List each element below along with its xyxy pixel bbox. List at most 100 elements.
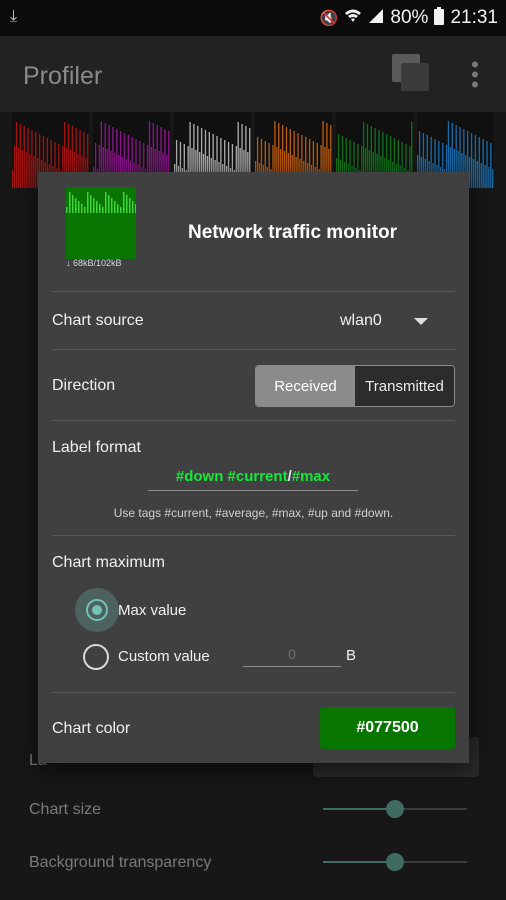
mini-chart-bar xyxy=(27,128,29,188)
preview-bar xyxy=(72,195,74,213)
custom-value-radio[interactable] xyxy=(83,644,109,670)
preview-bar xyxy=(87,192,89,213)
chart-color-button[interactable]: #077500 xyxy=(320,707,455,749)
preview-bar xyxy=(90,195,92,213)
preview-bar xyxy=(123,192,125,213)
mini-chart-bar xyxy=(21,150,23,188)
direction-label: Direction xyxy=(52,377,116,394)
label-format-tags: #down #current xyxy=(175,468,288,485)
chart-size-slider[interactable] xyxy=(323,800,467,818)
divider xyxy=(52,692,455,693)
max-value-radio[interactable] xyxy=(86,599,108,621)
preview-label: ↓ 68kB/102kB xyxy=(66,258,122,268)
mini-chart-bar xyxy=(488,167,490,188)
mini-chart-bar xyxy=(478,137,480,188)
preview-bar xyxy=(66,207,68,213)
mini-chart-bar xyxy=(492,169,494,188)
wifi-icon xyxy=(344,8,362,28)
background-transparency-slider[interactable] xyxy=(323,853,467,871)
background-transparency-label: Background transparency xyxy=(29,854,212,871)
mini-chart-bar xyxy=(474,135,477,188)
mini-chart-bar xyxy=(19,124,22,188)
preview-bar xyxy=(93,198,95,213)
mini-chart-bar xyxy=(29,154,31,188)
mini-chart-bar xyxy=(17,148,20,188)
mini-chart-bar xyxy=(482,139,484,188)
mini-chart-bar xyxy=(470,133,473,188)
mini-chart-bar xyxy=(468,157,471,188)
preview-bar xyxy=(129,198,131,213)
custom-value-input[interactable]: 0 xyxy=(243,646,341,667)
more-vert-icon[interactable]: • • • xyxy=(467,54,483,96)
preview-bar xyxy=(126,195,128,213)
mini-chart-bar xyxy=(23,126,25,188)
mini-chart-bar xyxy=(25,152,27,188)
mute-icon: 🔇 xyxy=(319,10,339,27)
label-format-label: Label format xyxy=(52,439,141,456)
signal-icon xyxy=(368,8,384,28)
slider-active-track xyxy=(323,861,395,863)
divider xyxy=(52,349,455,350)
label-format-max-tag: #max xyxy=(291,468,331,485)
divider xyxy=(52,420,455,421)
direction-transmitted-button[interactable]: Transmitted xyxy=(355,366,454,406)
app-title: Profiler xyxy=(23,62,103,90)
chart-source-label: Chart source xyxy=(52,312,144,329)
custom-value-unit: B xyxy=(346,647,357,664)
direction-received-button[interactable]: Received xyxy=(256,366,355,406)
dropdown-arrow-icon[interactable] xyxy=(414,318,428,325)
slider-active-track xyxy=(323,808,395,810)
preview-bar xyxy=(132,201,134,213)
app-bar: Profiler • • • xyxy=(0,36,506,112)
mini-chart-bar xyxy=(476,161,479,188)
mini-chart-bar xyxy=(484,165,486,188)
preview-bar xyxy=(114,201,116,213)
mini-chart-bar xyxy=(480,163,482,188)
mini-chart-bar xyxy=(33,156,35,188)
preview-bar xyxy=(81,204,83,213)
label-format-hint: Use tags #current, #average, #max, #up a… xyxy=(113,506,394,520)
preview-bar xyxy=(117,204,119,213)
status-bar: ⤓ 🔇 80% 21:31 xyxy=(0,0,506,36)
direction-toggle: Received Transmitted xyxy=(255,365,455,407)
status-icons: 🔇 80% 21:31 xyxy=(320,7,498,29)
mini-chart-bar xyxy=(12,170,14,188)
preview-bar xyxy=(69,192,71,213)
preview-bar xyxy=(75,198,77,213)
mini-chart-bar xyxy=(15,122,18,188)
preview-bar xyxy=(111,198,113,213)
battery-percent: 80% xyxy=(390,7,429,28)
max-value-label[interactable]: Max value xyxy=(118,602,186,619)
label-format-input[interactable]: #down #current/#max xyxy=(148,468,358,491)
preview-bar xyxy=(120,207,122,213)
divider xyxy=(52,291,455,292)
clock: 21:31 xyxy=(450,7,498,28)
network-traffic-dialog: ↓ 68kB/102kB Network traffic monitor Cha… xyxy=(38,172,469,763)
preview-bars xyxy=(66,192,136,213)
chart-size-label: Chart size xyxy=(29,801,102,818)
preview-bar xyxy=(99,204,101,213)
chart-preview xyxy=(66,187,136,259)
battery-icon xyxy=(434,7,445,29)
chart-source-dropdown[interactable]: wlan0 xyxy=(340,312,382,330)
mini-chart-bar xyxy=(13,146,16,188)
mini-chart-bar xyxy=(472,159,475,188)
overlay-icon[interactable] xyxy=(392,54,430,92)
download-icon: ⤓ xyxy=(10,8,18,25)
chart-maximum-label: Chart maximum xyxy=(52,554,165,571)
preview-bar xyxy=(135,204,136,213)
preview-bar xyxy=(102,207,104,213)
custom-value-label[interactable]: Custom value xyxy=(118,648,210,665)
preview-bar xyxy=(108,195,110,213)
slider-knob[interactable] xyxy=(386,853,404,871)
mini-chart-bar xyxy=(31,130,33,188)
divider xyxy=(52,535,455,536)
slider-knob[interactable] xyxy=(386,800,404,818)
dialog-title: Network traffic monitor xyxy=(188,222,398,243)
chart-color-label: Chart color xyxy=(52,720,131,737)
preview-bar xyxy=(78,201,80,213)
mini-chart-bar xyxy=(35,132,37,188)
preview-bar xyxy=(96,201,98,213)
preview-bar xyxy=(84,207,86,213)
mini-chart-bar xyxy=(486,141,488,188)
